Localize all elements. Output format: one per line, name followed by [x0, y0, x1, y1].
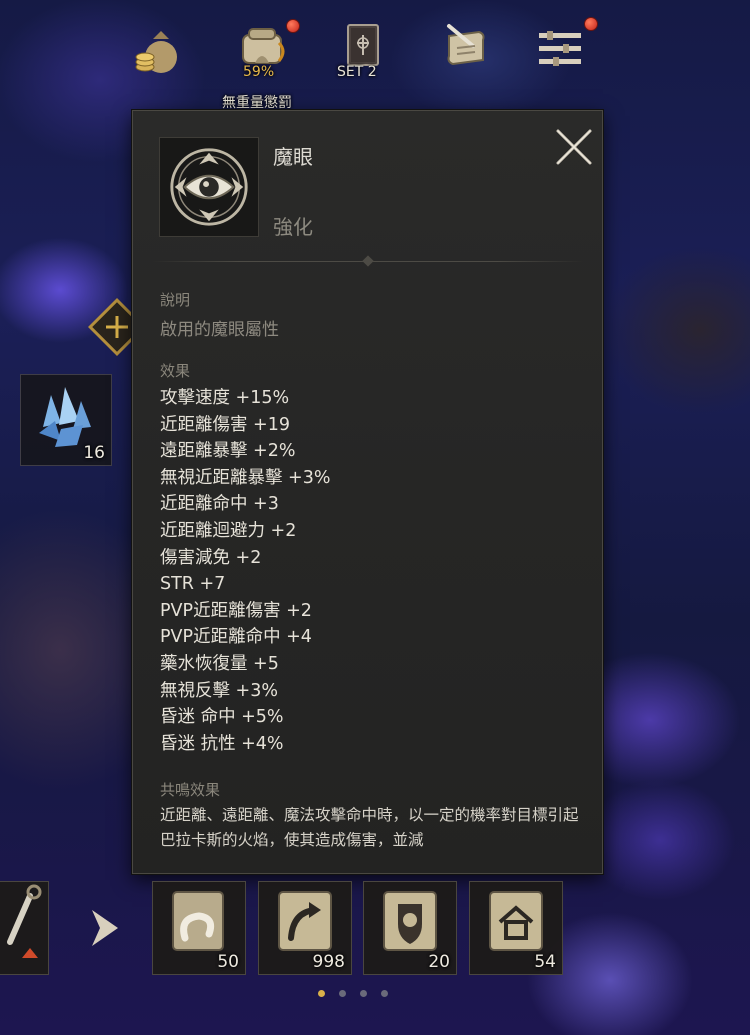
effect-line: 攻擊速度 +15%: [160, 388, 290, 408]
lion-shield-scroll-icon: [383, 891, 437, 951]
effect-line: PVP近距離傷害 +2: [160, 600, 312, 621]
quick-slot-4[interactable]: 54: [469, 881, 563, 975]
page-dot[interactable]: [381, 990, 388, 997]
quest-scroll-icon[interactable]: [436, 17, 496, 77]
item-type: 強化: [273, 215, 313, 239]
demon-eye-icon: [170, 148, 248, 226]
description-title: 說明: [160, 291, 191, 309]
home-scroll-icon: [489, 891, 543, 951]
effect-line: 昏迷 抗性 +4%: [160, 733, 284, 754]
slot-count: 20: [428, 952, 450, 972]
quick-slot-3[interactable]: 20: [363, 881, 457, 975]
item-icon-frame: [159, 137, 259, 237]
slot-count: 50: [217, 952, 239, 972]
slot-count: 998: [312, 952, 345, 972]
crystal-item-slot[interactable]: 16: [20, 374, 112, 466]
menu-notification-dot: [584, 17, 598, 31]
sword-icon: [7, 884, 42, 958]
item-name: 魔眼: [273, 145, 313, 169]
equipment-set-label: SET 2: [337, 64, 377, 80]
menu-icon[interactable]: [530, 18, 590, 78]
slot-count: 54: [534, 952, 556, 972]
return-scroll-icon: [278, 891, 332, 951]
close-button[interactable]: [552, 125, 596, 169]
effect-line: PVP近距離命中 +4: [160, 627, 312, 648]
effects-title: 效果: [160, 362, 191, 380]
effect-line: 無視反擊 +3%: [160, 680, 278, 701]
resonance-text: 近距離、遠距離、魔法攻擊命中時，以一定的機率對目標引起巴拉卡斯的火焰，使其造成傷…: [160, 806, 579, 849]
description-text: 啟用的魔眼屬性: [160, 320, 279, 340]
close-icon: [556, 129, 592, 165]
effects-list: 攻擊速度 +15% 近距離傷害 +19 遠距離暴擊 +2% 無視近距離暴擊 +3…: [160, 385, 331, 757]
page-indicator: [318, 990, 388, 997]
expand-arrow-icon[interactable]: [88, 906, 122, 950]
weight-percent: 59%: [243, 64, 275, 80]
weight-status-label: 無重量懲罰: [222, 95, 292, 111]
effect-line: STR +7: [160, 574, 226, 595]
crystal-count: 16: [83, 443, 105, 463]
effect-line: 無視近距離暴擊 +3%: [160, 467, 331, 488]
effect-line: 近距離迴避力 +2: [160, 520, 297, 541]
quick-slot-2[interactable]: 998: [258, 881, 352, 975]
effect-line: 藥水恢復量 +5: [160, 653, 279, 674]
quick-slot-1[interactable]: 50: [152, 881, 246, 975]
page-dot[interactable]: [360, 990, 367, 997]
page-dot[interactable]: [318, 990, 325, 997]
weapon-slot[interactable]: [0, 881, 49, 975]
effect-line: 傷害減免 +2: [160, 547, 262, 568]
divider-ornament: [362, 255, 374, 267]
effect-line: 近距離傷害 +19: [160, 414, 290, 435]
effect-line: 昏迷 命中 +5%: [160, 707, 284, 728]
effect-line: 近距離命中 +3: [160, 494, 279, 515]
page-dot[interactable]: [339, 990, 346, 997]
resonance-title: 共鳴效果: [160, 781, 221, 799]
horn-scroll-icon: [172, 891, 224, 951]
effect-line: 遠距離暴擊 +2%: [160, 441, 296, 462]
coin-bag-icon[interactable]: [128, 22, 188, 82]
notification-dot: [286, 19, 300, 33]
item-tooltip-panel: 魔眼 強化 說明 啟用的魔眼屬性 效果 攻擊速度 +15% 近距離傷害 +19 …: [132, 110, 603, 874]
